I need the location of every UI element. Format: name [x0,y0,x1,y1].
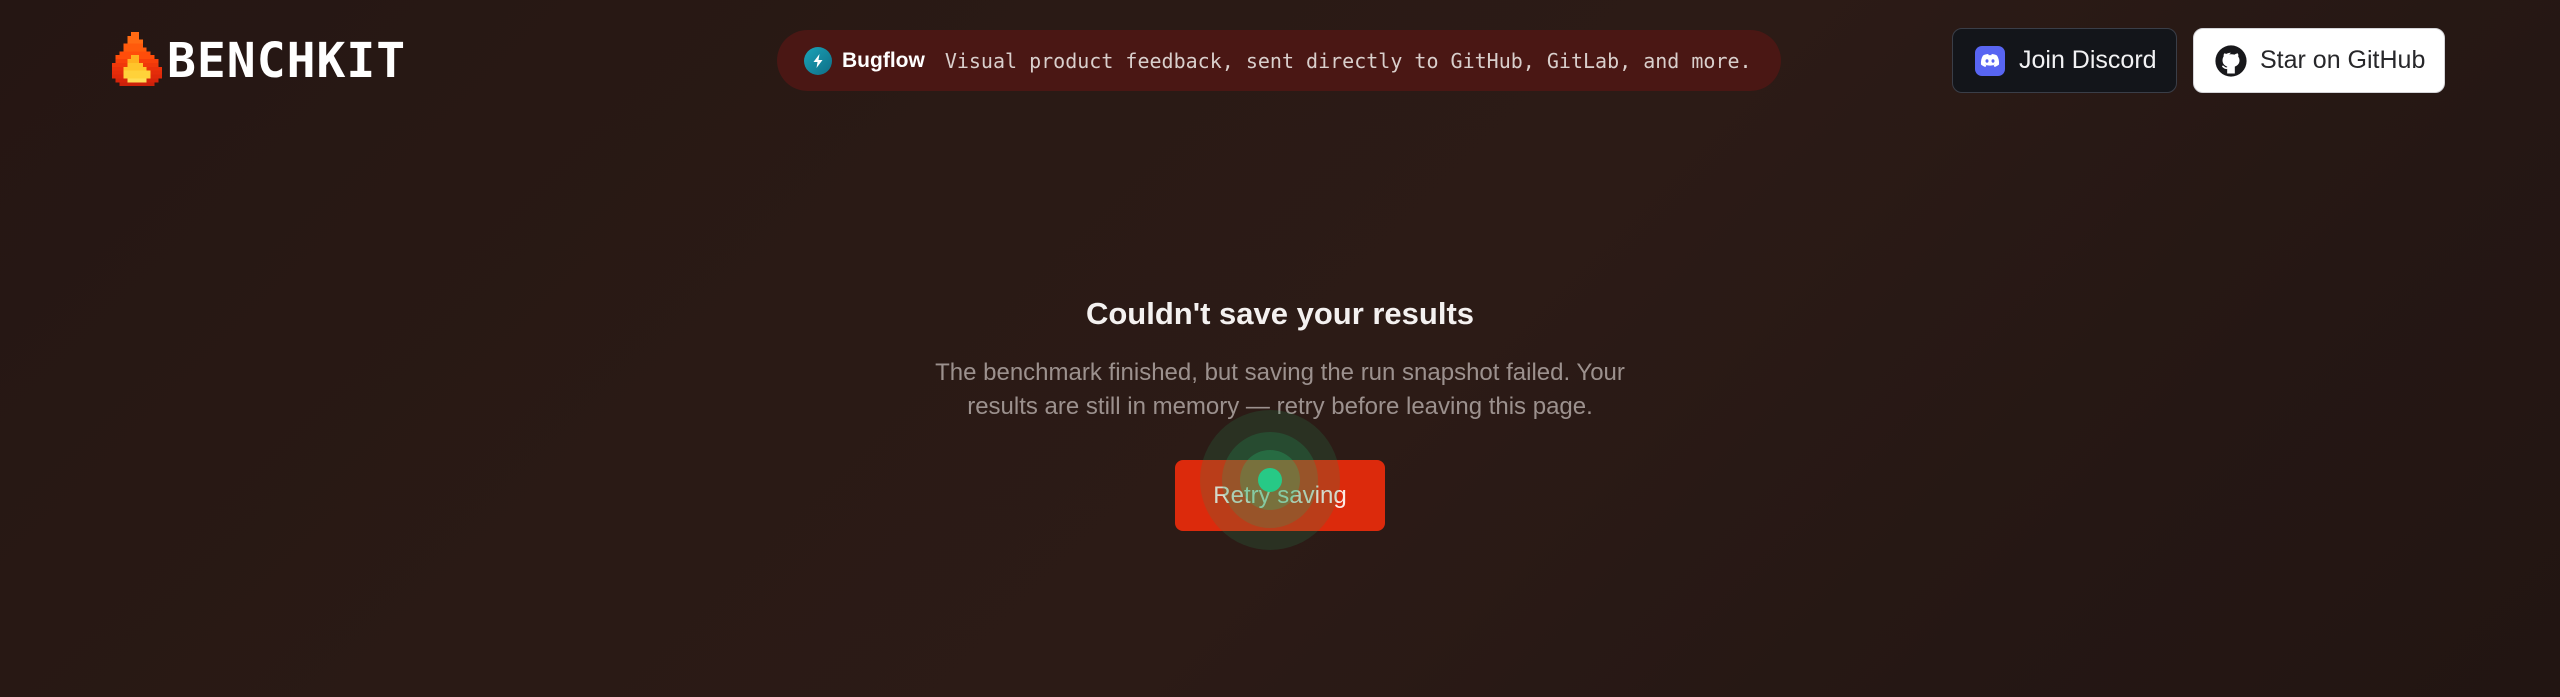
brand-logo[interactable]: BENCHKIT [111,30,406,92]
join-discord-button[interactable]: Join Discord [1952,28,2177,93]
promo-text: Visual product feedback, sent directly t… [944,48,1752,73]
error-panel: Couldn't save your results The benchmark… [780,290,1780,424]
star-on-github-label: Star on GitHub [2260,46,2426,74]
lightning-bolt-icon [804,46,832,75]
join-discord-label: Join Discord [2019,46,2157,74]
retry-saving-button[interactable]: Retry saving [1175,460,1385,531]
github-icon [2214,44,2248,78]
star-on-github-button[interactable]: Star on GitHub [2193,28,2445,93]
promo-brand: Bugflow [842,48,925,72]
discord-icon [1975,45,2005,76]
error-title: Couldn't save your results [1085,296,1475,331]
error-description: The benchmark finished, but saving the r… [935,359,1625,420]
flame-icon [111,32,163,87]
brand-name: BENCHKIT [167,33,407,89]
promo-banner[interactable]: Bugflow Visual product feedback, sent di… [777,30,1781,91]
